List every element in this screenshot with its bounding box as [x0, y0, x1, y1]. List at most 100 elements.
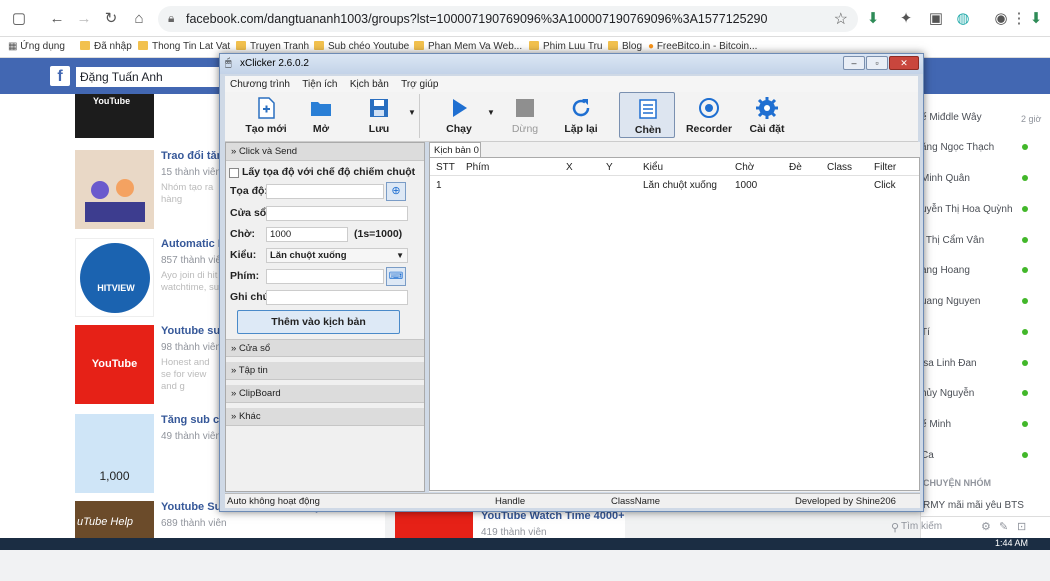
window-field[interactable] [266, 206, 408, 221]
group-members: 419 thành viên [481, 527, 547, 538]
reload-icon[interactable]: ↻ [100, 8, 122, 30]
forward-icon[interactable]: → [73, 8, 95, 30]
action-panel: » Click và Send Lấy tọa độ với chế độ ch… [225, 142, 425, 492]
toolbar: Tạo mới Mở Lưu ▼ Chạy ▼ Dừng Lặp lại Chè… [225, 92, 918, 142]
stop-button[interactable]: Dừng [499, 92, 551, 138]
recorder-button[interactable]: Recorder [679, 92, 739, 138]
extension-icon-2[interactable]: ▣ [925, 8, 947, 30]
bookmark-item[interactable]: Phim Luu Tru [529, 41, 602, 52]
menu-script[interactable]: Kịch bản [350, 79, 389, 90]
bookmark-item[interactable]: Đã nhập [80, 41, 132, 52]
status-handle: Handle [495, 496, 526, 507]
add-to-script-button[interactable]: Thêm vào kịch bản [237, 310, 400, 334]
star-icon[interactable]: ☆ [834, 9, 848, 29]
folder-icon [138, 41, 148, 50]
col-wait[interactable]: Chờ [735, 162, 754, 173]
maximize-button[interactable]: ▫ [866, 56, 888, 70]
keyboard-icon[interactable]: ⌨ [386, 267, 406, 286]
settings-button[interactable]: Cài đặt [739, 92, 795, 138]
group-name[interactable]: Automatic In [161, 238, 228, 250]
title-bar[interactable]: 🖱︎ xClicker 2.6.0.2 – ▫ ✕ [220, 54, 923, 74]
extension-icon-3[interactable]: ◍ [952, 8, 974, 30]
gear-icon[interactable]: ⚙ [981, 520, 991, 533]
col-type[interactable]: Kiểu [643, 162, 663, 173]
facebook-logo-icon[interactable]: f [50, 66, 70, 86]
open-button[interactable]: Mở [295, 92, 347, 138]
col-x[interactable]: X [566, 162, 573, 173]
col-filter[interactable]: Filter [874, 162, 896, 173]
col-key[interactable]: Phím [466, 162, 489, 173]
profile-name[interactable]: Đặng Tuấn Anh [76, 67, 226, 87]
window-label: Cửa sổ: [230, 207, 270, 219]
repeat-button[interactable]: Lặp lại [555, 92, 607, 138]
insert-button[interactable]: Chèn [619, 92, 675, 138]
contact-name[interactable]: ăng Ngọc Thạch [921, 142, 994, 153]
options-icon[interactable]: ⊡ [1017, 520, 1026, 533]
coords-field[interactable] [266, 184, 384, 199]
tab-script-0[interactable]: Kịch bản 0 * [429, 142, 481, 167]
bookmark-apps[interactable]: ▦ Ứng dụng [8, 41, 65, 52]
section-click-send[interactable]: » Click và Send [226, 143, 424, 161]
bookmark-item[interactable]: Thong Tin Lat Vat [138, 41, 230, 52]
col-y[interactable]: Y [606, 162, 613, 173]
tab-icon[interactable]: ▢ [8, 8, 30, 30]
download-ext-icon[interactable]: ⬇ [862, 8, 884, 30]
insert-label: Chèn [634, 124, 662, 136]
bookmark-item[interactable]: Sub chéo Youtube [314, 41, 409, 52]
back-icon[interactable]: ← [46, 8, 68, 30]
group-thumbnail[interactable]: YouTube [75, 94, 154, 138]
minimize-button[interactable]: – [843, 56, 865, 70]
section-file[interactable]: » Tập tin [226, 362, 424, 380]
section-other[interactable]: » Khác [226, 408, 424, 426]
col-stt[interactable]: STT [436, 162, 455, 173]
col-overlap[interactable]: Đè [789, 162, 802, 173]
new-button[interactable]: Tạo mới [240, 92, 292, 138]
contact-name[interactable]: hủy Nguyễn [921, 388, 974, 399]
save-button[interactable]: Lưu [353, 92, 405, 138]
contact-name[interactable]: isa Linh Đan [921, 358, 977, 369]
bookmark-item[interactable]: Blog [608, 41, 642, 52]
menu-utilities[interactable]: Tiện ích [302, 79, 337, 90]
contact-name[interactable]: uang Nguyen [921, 296, 981, 307]
col-class[interactable]: Class [827, 162, 852, 173]
cell-wait: 1000 [735, 180, 758, 191]
compose-icon[interactable]: ✎ [999, 520, 1008, 533]
note-field[interactable] [266, 290, 408, 305]
key-field[interactable] [266, 269, 384, 284]
crosshair-icon[interactable]: ⊕ [386, 182, 406, 201]
capture-checkbox[interactable] [229, 168, 239, 178]
group-desc: Ayo join di hit watchtime, su [161, 270, 220, 293]
wait-field[interactable]: 1000 [266, 227, 348, 242]
extension-icon[interactable]: ✦ [895, 8, 917, 30]
contact-name[interactable]: ế Minh [921, 419, 951, 430]
bookmark-item[interactable]: ● FreeBitco.in - Bitcoin... [648, 41, 757, 52]
chat-search[interactable]: ⚲ Tìm kiếm ⚙ ✎ ⊡ [891, 516, 1050, 538]
run-dropdown-icon[interactable]: ▼ [487, 108, 495, 117]
menu-help[interactable]: Trợ giúp [401, 79, 438, 90]
youtube-logo: YouTube [91, 358, 138, 370]
status-classname: ClassName [611, 496, 661, 507]
menu-program[interactable]: Chương trình [230, 79, 290, 90]
clock: 1:44 AM [995, 538, 1029, 548]
contact-name[interactable]: Minh Quân [921, 173, 970, 184]
contact-name[interactable]: uyễn Thị Hoa Quỳnh [921, 204, 1013, 215]
type-select[interactable]: Lăn chuột xuống ▼ [266, 248, 408, 263]
home-icon[interactable]: ⌂ [128, 8, 150, 30]
contact-name[interactable]: i Thị Cẩm Vân [921, 235, 984, 246]
download-icon[interactable]: ⬇ [1025, 8, 1047, 30]
section-window[interactable]: » Cửa sổ [226, 339, 424, 357]
url-text: facebook.com/dangtuananh1003/groups?lst=… [186, 12, 768, 26]
contact-name[interactable]: ế Miđdle Wây [921, 112, 982, 123]
address-bar[interactable]: 🔒︎ facebook.com/dangtuananh1003/groups?l… [158, 6, 858, 32]
run-button[interactable]: Chạy [433, 92, 485, 138]
contact-name[interactable]: ang Hoang [921, 265, 970, 276]
save-dropdown-icon[interactable]: ▼ [408, 108, 416, 117]
bookmark-item[interactable]: Truyen Tranh [236, 41, 309, 52]
close-button[interactable]: ✕ [889, 56, 919, 70]
group-chat-name[interactable]: RMY mãi mãi yêu BTS [923, 500, 1024, 511]
bookmark-item[interactable]: Phan Mem Va Web... [414, 41, 522, 52]
record-icon [699, 98, 719, 118]
toolbar-separator [419, 94, 420, 138]
section-clipboard[interactable]: » ClipBoard [226, 385, 424, 403]
coords-label: Tọa độ: [230, 185, 268, 197]
